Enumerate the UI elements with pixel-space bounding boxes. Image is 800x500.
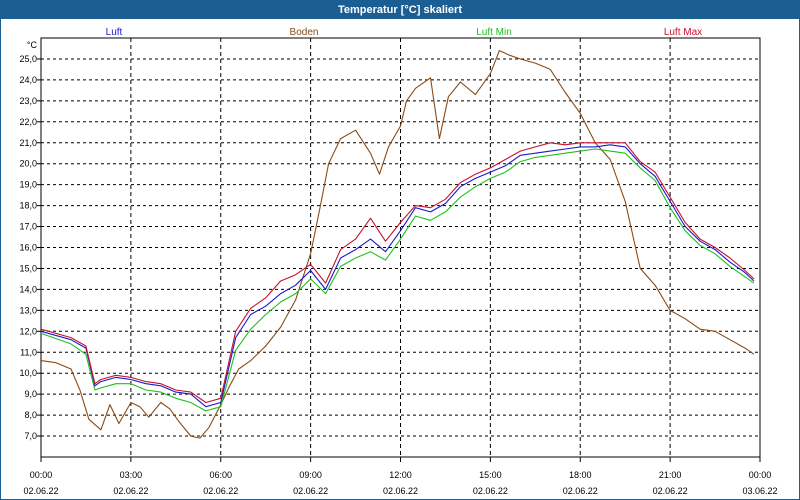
chart-window: Temperatur [°C] skaliert Luft Boden Luft M… <box>0 0 800 500</box>
x-tick-date-label: 02.06.22 <box>563 486 598 496</box>
y-tick-label: 10,0 <box>19 368 37 378</box>
y-tick-label: 11,0 <box>20 347 37 357</box>
x-tick-date-label: 02.06.22 <box>113 486 148 496</box>
y-tick-label: 7,0 <box>24 431 37 441</box>
plot-border <box>40 37 761 458</box>
chart-title: Temperatur [°C] skaliert <box>1 1 799 19</box>
x-tick-time-label: 18:00 <box>569 470 592 480</box>
x-tick-date-label: 03.06.22 <box>742 486 777 496</box>
x-tick-date-label: 02.06.22 <box>293 486 328 496</box>
temperature-chart: Luft Boden Luft Min Luft Max 7,0 8,0 9,0 10,0 1… <box>19 27 777 496</box>
x-tick-time-label: 00:00 <box>749 470 772 480</box>
y-axis-unit: °C <box>27 40 38 50</box>
y-tick-label: 14,0 <box>19 284 37 294</box>
series-line-luft-min <box>40 148 755 412</box>
y-tick-label: 24,0 <box>19 75 37 85</box>
y-tick-label: 17,0 <box>19 222 37 232</box>
series-line-boden <box>40 50 755 439</box>
x-tick-time-label: 00:00 <box>30 470 53 480</box>
legend-entry: Luft Min <box>476 27 512 38</box>
y-tick-label: 8,0 <box>24 410 37 420</box>
series-line-luft-max <box>40 142 755 404</box>
y-tick-label: 20,0 <box>19 159 37 169</box>
x-tick-time-label: 21:00 <box>659 470 682 480</box>
y-tick-label: 18,0 <box>19 201 37 211</box>
y-tick-label: 16,0 <box>19 243 37 253</box>
x-tick-time-label: 06:00 <box>209 470 232 480</box>
x-tick-date-label: 02.06.22 <box>653 486 688 496</box>
legend-entry: Boden <box>290 27 319 38</box>
x-tick-date-label: 02.06.22 <box>23 486 58 496</box>
x-tick-time-label: 15:00 <box>479 470 502 480</box>
y-tick-label: 19,0 <box>19 180 37 190</box>
y-tick-label: 23,0 <box>19 96 37 106</box>
y-tick-label: 22,0 <box>19 117 37 127</box>
y-tick-label: 15,0 <box>19 263 37 273</box>
y-tick-label: 21,0 <box>19 138 37 148</box>
x-tick-time-label: 03:00 <box>120 470 143 480</box>
x-tick-time-label: 12:00 <box>389 470 412 480</box>
x-tick-time-label: 09:00 <box>299 470 322 480</box>
x-tick-date-label: 02.06.22 <box>203 486 238 496</box>
legend-entry: Luft <box>106 27 123 38</box>
y-tick-label: 9,0 <box>24 389 37 399</box>
y-tick-label: 12,0 <box>19 326 37 336</box>
x-tick-date-label: 02.06.22 <box>383 486 418 496</box>
y-tick-label: 13,0 <box>19 305 37 315</box>
legend-entry: Luft Max <box>664 27 702 38</box>
x-tick-date-label: 02.06.22 <box>473 486 508 496</box>
y-tick-label: 25,0 <box>19 54 37 64</box>
